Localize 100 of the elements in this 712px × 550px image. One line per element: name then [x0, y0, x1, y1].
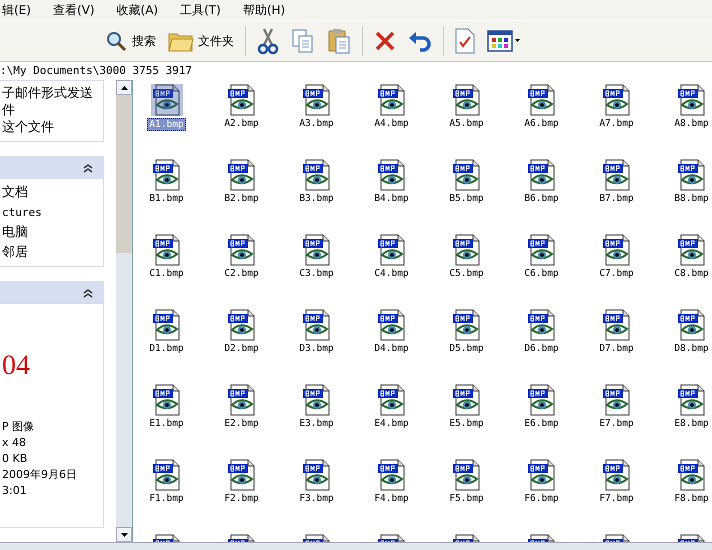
bmp-file-icon[interactable] — [450, 84, 482, 116]
bmp-file-icon[interactable] — [226, 84, 258, 116]
bmp-file-icon[interactable] — [600, 234, 632, 266]
menu-item[interactable]: 辑(E) — [2, 2, 31, 18]
bmp-file-icon[interactable] — [226, 459, 258, 491]
file-name[interactable]: F1.bmp — [148, 493, 185, 504]
bmp-file-icon[interactable] — [450, 459, 482, 491]
menu-item[interactable]: 帮助(H) — [242, 2, 286, 18]
bmp-file-icon[interactable] — [676, 459, 708, 491]
bmp-file-icon[interactable] — [526, 384, 558, 416]
file-name[interactable]: B3.bmp — [298, 193, 335, 204]
file-name[interactable]: F3.bmp — [298, 493, 335, 504]
menu-item[interactable]: 查看(V) — [52, 2, 95, 18]
file-name[interactable]: F4.bmp — [373, 493, 410, 504]
file-name[interactable]: E7.bmp — [598, 418, 635, 429]
bmp-file-icon[interactable] — [600, 384, 632, 416]
bmp-file-icon[interactable] — [226, 234, 258, 266]
file-name[interactable]: E4.bmp — [373, 418, 410, 429]
bmp-file-icon[interactable] — [376, 459, 408, 491]
file-name[interactable]: B1.bmp — [148, 193, 185, 204]
bmp-file-icon[interactable] — [300, 459, 332, 491]
bmp-file-icon[interactable] — [150, 309, 182, 341]
file-name[interactable]: D7.bmp — [598, 343, 635, 354]
file-name[interactable]: D4.bmp — [373, 343, 410, 354]
bmp-file-icon[interactable] — [450, 309, 482, 341]
bmp-file-icon[interactable] — [300, 84, 332, 116]
bmp-file-icon[interactable] — [376, 309, 408, 341]
file-name[interactable]: D8.bmp — [673, 343, 710, 354]
file-name[interactable]: D3.bmp — [298, 343, 335, 354]
bmp-file-icon[interactable] — [676, 309, 708, 341]
collapse-chevron-icon[interactable] — [83, 163, 93, 173]
place-link[interactable]: 文档 — [2, 184, 101, 201]
file-name[interactable]: C7.bmp — [598, 268, 635, 279]
bmp-file-icon[interactable] — [526, 159, 558, 191]
file-name[interactable]: D6.bmp — [523, 343, 560, 354]
file-name[interactable]: B5.bmp — [448, 193, 485, 204]
bmp-file-icon[interactable] — [600, 309, 632, 341]
menu-item[interactable]: 收藏(A) — [116, 2, 158, 18]
bmp-file-icon[interactable] — [526, 459, 558, 491]
file-name[interactable]: C4.bmp — [373, 268, 410, 279]
bmp-file-icon[interactable] — [150, 384, 182, 416]
file-name[interactable]: C5.bmp — [448, 268, 485, 279]
file-name[interactable]: E1.bmp — [148, 418, 185, 429]
bmp-file-icon[interactable] — [150, 159, 182, 191]
file-name[interactable]: F5.bmp — [448, 493, 485, 504]
bmp-file-icon[interactable] — [226, 384, 258, 416]
file-name[interactable]: A3.bmp — [298, 118, 335, 129]
bmp-file-icon[interactable] — [376, 159, 408, 191]
file-name[interactable]: B4.bmp — [373, 193, 410, 204]
place-link[interactable]: 邻居 — [2, 244, 101, 261]
bmp-file-icon[interactable] — [600, 84, 632, 116]
bmp-file-icon[interactable] — [150, 84, 182, 116]
bmp-file-icon[interactable] — [526, 84, 558, 116]
bmp-file-icon[interactable] — [676, 84, 708, 116]
bmp-file-icon[interactable] — [676, 159, 708, 191]
scroll-up-arrow-icon[interactable] — [120, 86, 128, 90]
bmp-file-icon[interactable] — [300, 384, 332, 416]
toolbar-button[interactable]: 搜索 — [100, 27, 160, 55]
file-name[interactable]: F7.bmp — [598, 493, 635, 504]
place-link[interactable]: ctures — [2, 204, 101, 221]
bmp-file-icon[interactable] — [676, 384, 708, 416]
task-link[interactable]: 件 — [2, 103, 101, 119]
file-name[interactable]: E5.bmp — [448, 418, 485, 429]
file-name[interactable]: C6.bmp — [523, 268, 560, 279]
bmp-file-icon[interactable] — [600, 459, 632, 491]
file-name[interactable]: B2.bmp — [223, 193, 260, 204]
file-name[interactable]: A7.bmp — [598, 118, 635, 129]
file-name[interactable]: D5.bmp — [448, 343, 485, 354]
bmp-file-icon[interactable] — [150, 459, 182, 491]
file-name[interactable]: C8.bmp — [673, 268, 710, 279]
scrollbar[interactable] — [116, 80, 132, 542]
menu-item[interactable]: 工具(T) — [180, 2, 221, 18]
scroll-down-arrow-icon[interactable] — [120, 532, 128, 536]
file-name[interactable]: E2.bmp — [223, 418, 260, 429]
file-name[interactable]: A2.bmp — [223, 118, 260, 129]
bmp-file-icon[interactable] — [300, 309, 332, 341]
bmp-file-icon[interactable] — [300, 159, 332, 191]
scroll-thumb[interactable] — [116, 95, 132, 253]
file-name[interactable]: A6.bmp — [523, 118, 560, 129]
bmp-file-icon[interactable] — [526, 309, 558, 341]
file-name[interactable]: E8.bmp — [673, 418, 710, 429]
file-name[interactable]: E6.bmp — [523, 418, 560, 429]
file-name[interactable]: B7.bmp — [598, 193, 635, 204]
bmp-file-icon[interactable] — [450, 159, 482, 191]
bmp-file-icon[interactable] — [676, 234, 708, 266]
task-link[interactable]: 子邮件形式发送 — [2, 86, 101, 102]
bmp-file-icon[interactable] — [600, 159, 632, 191]
bmp-file-icon[interactable] — [450, 384, 482, 416]
bmp-file-icon[interactable] — [376, 234, 408, 266]
place-link[interactable]: 电脑 — [2, 224, 101, 241]
bmp-file-icon[interactable] — [150, 234, 182, 266]
file-name[interactable]: A5.bmp — [448, 118, 485, 129]
bmp-file-icon[interactable] — [226, 159, 258, 191]
file-name[interactable]: C2.bmp — [223, 268, 260, 279]
bmp-file-icon[interactable] — [300, 234, 332, 266]
file-name[interactable]: B8.bmp — [673, 193, 710, 204]
file-name[interactable]: F2.bmp — [223, 493, 260, 504]
file-name[interactable]: F8.bmp — [673, 493, 710, 504]
file-name[interactable]: B6.bmp — [523, 193, 560, 204]
bmp-file-icon[interactable] — [526, 234, 558, 266]
